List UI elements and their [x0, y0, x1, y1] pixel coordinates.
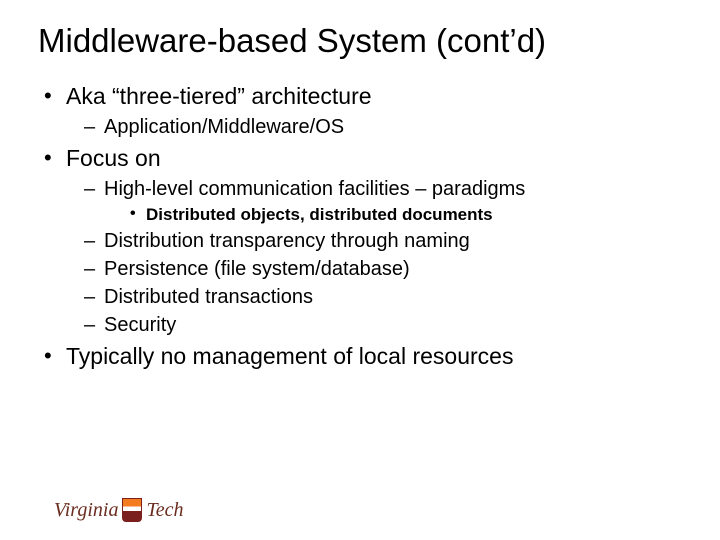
bullet-text: Application/Middleware/OS	[104, 116, 344, 138]
bullet-text: Distributed transactions	[104, 286, 313, 308]
bullet-list: Aka “three-tiered” architecture Applicat…	[40, 82, 680, 372]
subsub-bullet-item: Distributed objects, distributed documen…	[130, 204, 680, 226]
bullet-text: Persistence (file system/database)	[104, 258, 410, 280]
sub-bullet-item: Persistence (file system/database)	[84, 256, 680, 282]
bullet-text: Typically no management of local resourc…	[66, 343, 513, 369]
bullet-text: Distribution transparency through naming	[104, 230, 470, 252]
sub-bullet-item: High-level communication facilities – pa…	[84, 176, 680, 226]
sub-bullet-item: Distributed transactions	[84, 284, 680, 310]
sub-list: Application/Middleware/OS	[66, 114, 680, 140]
sub-bullet-item: Application/Middleware/OS	[84, 114, 680, 140]
sub-bullet-item: Security	[84, 312, 680, 338]
bullet-text: High-level communication facilities – pa…	[104, 178, 525, 200]
logo-text-right: Tech	[146, 499, 183, 522]
bullet-item: Typically no management of local resourc…	[40, 342, 680, 372]
subsub-list: Distributed objects, distributed documen…	[104, 204, 680, 226]
bullet-item: Focus on High-level communication facili…	[40, 144, 680, 338]
sub-list: High-level communication facilities – pa…	[66, 176, 680, 338]
slide-title: Middleware-based System (cont’d)	[0, 0, 720, 66]
slide-body: Aka “three-tiered” architecture Applicat…	[0, 66, 720, 372]
bullet-text: Focus on	[66, 145, 161, 171]
vt-logo: Virginia Tech	[54, 498, 184, 522]
slide: Middleware-based System (cont’d) Aka “th…	[0, 0, 720, 540]
bullet-text: Distributed objects, distributed documen…	[146, 205, 493, 224]
shield-icon	[122, 498, 142, 522]
logo-text-left: Virginia	[54, 499, 118, 522]
bullet-text: Aka “three-tiered” architecture	[66, 83, 372, 109]
bullet-text: Security	[104, 314, 176, 336]
bullet-item: Aka “three-tiered” architecture Applicat…	[40, 82, 680, 140]
sub-bullet-item: Distribution transparency through naming	[84, 228, 680, 254]
